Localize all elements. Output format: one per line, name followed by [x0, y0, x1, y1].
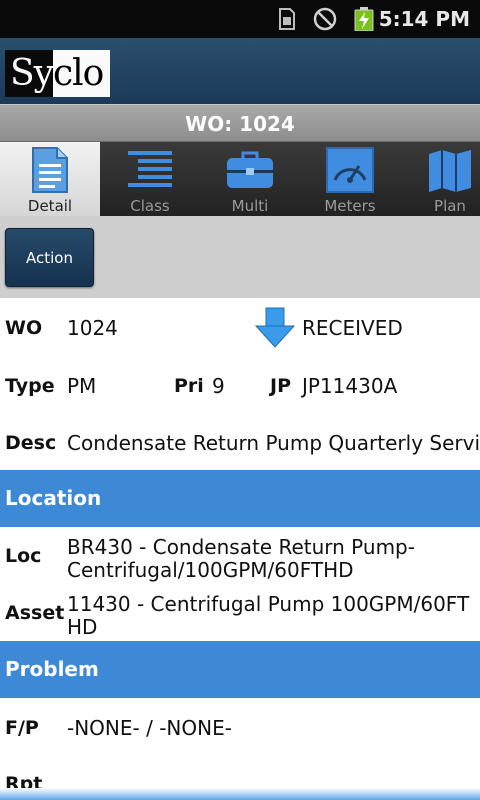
asset-label: Asset: [5, 602, 65, 624]
fp-row: F/P -NONE- / -NONE-: [0, 698, 480, 755]
loc-label: Loc: [5, 545, 42, 567]
tab-multi-label: Multi: [231, 197, 269, 215]
desc-row: Desc Condensate Return Pump Quarterly Se…: [0, 413, 480, 470]
tab-detail[interactable]: Detail: [0, 142, 100, 216]
list-lines-icon: [128, 151, 172, 187]
action-button[interactable]: Action: [5, 228, 94, 287]
type-value: PM: [67, 374, 97, 398]
sim-card-icon: [279, 8, 295, 30]
tab-class[interactable]: Class: [100, 142, 200, 216]
gauge-icon: [326, 147, 374, 193]
map-icon: [429, 150, 471, 192]
tab-plan-label: Plan: [434, 197, 466, 215]
action-area: Action: [0, 216, 480, 298]
no-signal-icon: [313, 7, 337, 31]
rpt-row: Rpt: [0, 755, 480, 795]
wo-row: WO 1024 RECEIVED: [0, 298, 480, 356]
asset-row: Asset 11430 - Centrifugal Pump 100GPM/60…: [0, 584, 480, 641]
loc-value-line2: Centrifugal/100GPM/60FTHD: [67, 558, 354, 582]
pri-value: 9: [212, 374, 225, 398]
fp-value: -NONE- / -NONE-: [67, 716, 232, 740]
desc-label: Desc: [5, 432, 57, 454]
problem-section-title: Problem: [5, 657, 99, 681]
wo-value: 1024: [67, 316, 118, 340]
logo-part-dark: Sy: [5, 50, 54, 97]
location-section-title: Location: [5, 486, 102, 510]
type-row: Type PM Pri 9 JP JP11430A: [0, 356, 480, 413]
status-bar: 5:14 PM: [0, 0, 480, 38]
down-arrow-icon: [254, 307, 296, 348]
syclo-logo: Sy clo: [5, 50, 110, 97]
app-header: Sy clo: [0, 38, 480, 104]
toolbox-icon: [227, 151, 273, 188]
status-time: 5:14 PM: [378, 7, 470, 31]
jp-label: JP: [270, 375, 291, 397]
tab-multi[interactable]: Multi: [200, 142, 300, 216]
loc-value-line1: BR430 - Condensate Return Pump-: [67, 535, 415, 559]
pri-label: Pri: [174, 375, 204, 397]
problem-section-header[interactable]: Problem: [0, 641, 480, 698]
desc-value: Condensate Return Pump Quarterly Service: [67, 431, 480, 455]
tab-plan[interactable]: Plan: [400, 142, 480, 216]
tab-meters-label: Meters: [324, 197, 376, 215]
asset-value-line1: 11430 - Centrifugal Pump 100GPM/60FT: [67, 592, 470, 616]
battery-charging-icon: [354, 7, 374, 31]
type-label: Type: [5, 375, 55, 397]
document-icon: [32, 147, 68, 193]
scroll-edge-glow: [0, 788, 480, 800]
jp-value: JP11430A: [302, 374, 398, 398]
tab-class-label: Class: [130, 197, 170, 215]
tab-detail-label: Detail: [27, 197, 73, 215]
asset-value-line2: HD: [67, 615, 98, 639]
location-section-header[interactable]: Location: [0, 470, 480, 527]
loc-row: Loc BR430 - Condensate Return Pump- Cent…: [0, 527, 480, 584]
tab-meters[interactable]: Meters: [300, 142, 400, 216]
tab-bar: Detail Class Multi Meters Plan: [0, 142, 480, 216]
status-value: RECEIVED: [302, 316, 403, 340]
wo-label: WO: [5, 317, 43, 339]
fp-label: F/P: [5, 717, 39, 739]
logo-part-light: clo: [53, 50, 110, 97]
page-title: WO: 1024: [0, 104, 480, 142]
